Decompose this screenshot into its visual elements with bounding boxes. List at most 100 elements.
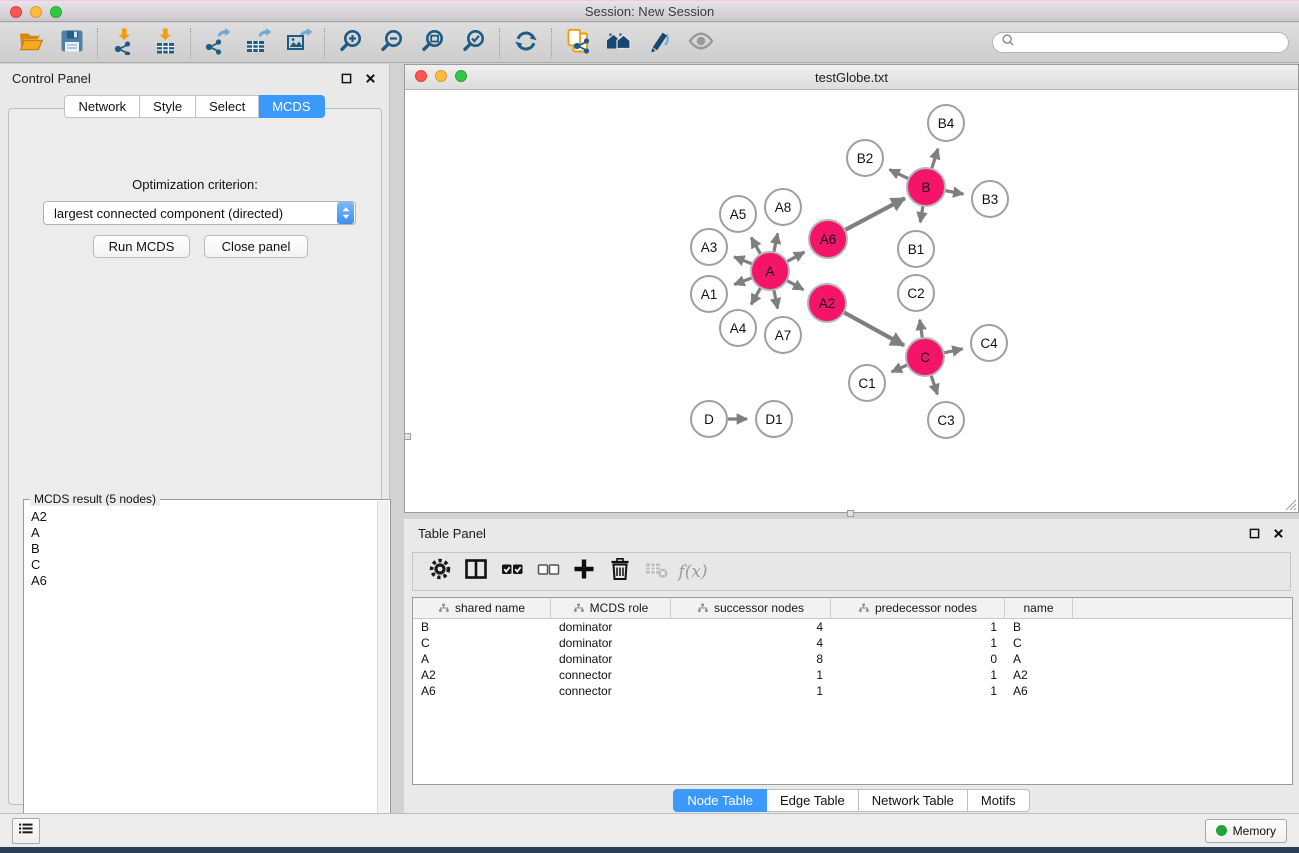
select-all-checks-button[interactable] [495, 556, 531, 588]
tab-network[interactable]: Network [64, 95, 140, 118]
network-window-titlebar[interactable]: testGlobe.txt [405, 65, 1298, 90]
tab-network-table[interactable]: Network Table [859, 789, 968, 812]
cell-name[interactable]: B [1005, 619, 1073, 635]
graph-node-A1[interactable]: A1 [691, 276, 727, 312]
graph-node-A7[interactable]: A7 [765, 317, 801, 353]
graph-node-D[interactable]: D [691, 401, 727, 437]
graph-node-A3[interactable]: A3 [691, 229, 727, 265]
hide-annotations-button[interactable] [639, 26, 680, 60]
result-item[interactable]: A6 [31, 573, 376, 589]
network-close-button[interactable] [415, 70, 427, 82]
graph-node-B4[interactable]: B4 [928, 105, 964, 141]
memory-button[interactable]: Memory [1205, 819, 1287, 843]
task-history-button[interactable] [12, 818, 40, 844]
edge-A-A7[interactable] [774, 290, 778, 309]
network-minimize-button[interactable] [435, 70, 447, 82]
settings-gear-button[interactable] [423, 556, 459, 588]
cell-predecessor-nodes[interactable]: 1 [831, 635, 1005, 651]
cell-name[interactable]: A [1005, 651, 1073, 667]
export-image-button[interactable] [278, 26, 319, 60]
close-panel-icon[interactable] [1271, 526, 1285, 540]
graph-node-B3[interactable]: B3 [972, 181, 1008, 217]
cell-predecessor-nodes[interactable]: 1 [831, 619, 1005, 635]
float-panel-icon[interactable] [339, 71, 353, 85]
edge-A-A6[interactable] [787, 252, 805, 262]
tab-mcds[interactable]: MCDS [259, 95, 324, 118]
cell-shared-name[interactable]: A2 [413, 667, 551, 683]
cell-predecessor-nodes[interactable]: 1 [831, 667, 1005, 683]
minimize-window-button[interactable] [30, 6, 42, 18]
result-scrollbar[interactable] [377, 501, 389, 837]
cell-successor-nodes[interactable]: 4 [671, 619, 831, 635]
show-graphics-details-button[interactable] [680, 26, 721, 60]
tab-motifs[interactable]: Motifs [968, 789, 1030, 812]
result-item[interactable]: A2 [31, 509, 376, 525]
refresh-button[interactable] [505, 26, 546, 60]
zoom-in-button[interactable] [330, 26, 371, 60]
tab-edge-table[interactable]: Edge Table [767, 789, 859, 812]
cell-MCDS-role[interactable]: dominator [551, 651, 671, 667]
cell-MCDS-role[interactable]: connector [551, 683, 671, 699]
delete-column-button[interactable] [603, 556, 639, 588]
column-header-shared-name[interactable]: shared name [413, 598, 551, 618]
float-panel-icon[interactable] [1247, 526, 1261, 540]
table-row[interactable]: A6connector11A6 [413, 683, 1292, 699]
network-canvas[interactable]: B4B2BB3A5A8A6A3B1AA1C2A2A4A7C4CC1C3DD1 [405, 90, 1298, 512]
column-header-name[interactable]: name [1005, 598, 1073, 618]
edge-C-C1[interactable] [892, 365, 908, 372]
zoom-out-button[interactable] [371, 26, 412, 60]
graph-node-A6[interactable]: A6 [809, 220, 847, 258]
graph-node-A4[interactable]: A4 [720, 310, 756, 346]
graph-node-C3[interactable]: C3 [928, 402, 964, 438]
tab-select[interactable]: Select [196, 95, 259, 118]
table-row[interactable]: Adominator80A [413, 651, 1292, 667]
edge-A6-B[interactable] [845, 198, 905, 230]
graph-node-B2[interactable]: B2 [847, 140, 883, 176]
cell-name[interactable]: A2 [1005, 667, 1073, 683]
table-row[interactable]: A2connector11A2 [413, 667, 1292, 683]
deselect-all-checks-button[interactable] [531, 556, 567, 588]
cell-successor-nodes[interactable]: 1 [671, 683, 831, 699]
cell-MCDS-role[interactable]: dominator [551, 619, 671, 635]
cell-shared-name[interactable]: A6 [413, 683, 551, 699]
cell-predecessor-nodes[interactable]: 1 [831, 683, 1005, 699]
mcds-result-list[interactable]: A2ABCA6 [25, 501, 376, 837]
save-session-button[interactable] [51, 26, 92, 60]
import-network-button[interactable] [103, 26, 144, 60]
graph-node-C4[interactable]: C4 [971, 325, 1007, 361]
cell-shared-name[interactable]: C [413, 635, 551, 651]
edge-B-B2[interactable] [889, 170, 908, 179]
cell-MCDS-role[interactable]: dominator [551, 635, 671, 651]
edge-B-B4[interactable] [932, 149, 938, 169]
edge-A-A2[interactable] [787, 280, 804, 289]
export-network-button[interactable] [196, 26, 237, 60]
add-column-button[interactable] [567, 556, 603, 588]
resize-grip-icon[interactable] [1283, 497, 1297, 511]
close-window-button[interactable] [10, 6, 22, 18]
table-row[interactable]: Cdominator41C [413, 635, 1292, 651]
graph-node-D1[interactable]: D1 [756, 401, 792, 437]
graph-node-C2[interactable]: C2 [898, 275, 934, 311]
column-header-successor-nodes[interactable]: successor nodes [671, 598, 831, 618]
search-input[interactable] [1016, 34, 1281, 51]
edge-C-C4[interactable] [944, 349, 963, 353]
column-header-MCDS-role[interactable]: MCDS role [551, 598, 671, 618]
edge-A-A4[interactable] [751, 288, 760, 305]
result-item[interactable]: B [31, 541, 376, 557]
edge-A-A3[interactable] [734, 257, 752, 264]
edge-C-C3[interactable] [931, 375, 937, 394]
edge-A-A1[interactable] [734, 278, 752, 285]
criterion-dropdown[interactable]: largest connected component (directed) [43, 201, 356, 225]
column-header-predecessor-nodes[interactable]: predecessor nodes [831, 598, 1005, 618]
splitter-handle[interactable] [847, 510, 854, 517]
zoom-selected-button[interactable] [453, 26, 494, 60]
close-panel-button[interactable]: Close panel [204, 235, 308, 258]
graph-node-C[interactable]: C [906, 338, 944, 376]
graph-node-A5[interactable]: A5 [720, 196, 756, 232]
open-session-button[interactable] [10, 26, 51, 60]
graph-node-A2[interactable]: A2 [808, 284, 846, 322]
graph-node-B[interactable]: B [907, 168, 945, 206]
tab-node-table[interactable]: Node Table [673, 789, 767, 812]
graph-node-C1[interactable]: C1 [849, 365, 885, 401]
export-table-button[interactable] [237, 26, 278, 60]
